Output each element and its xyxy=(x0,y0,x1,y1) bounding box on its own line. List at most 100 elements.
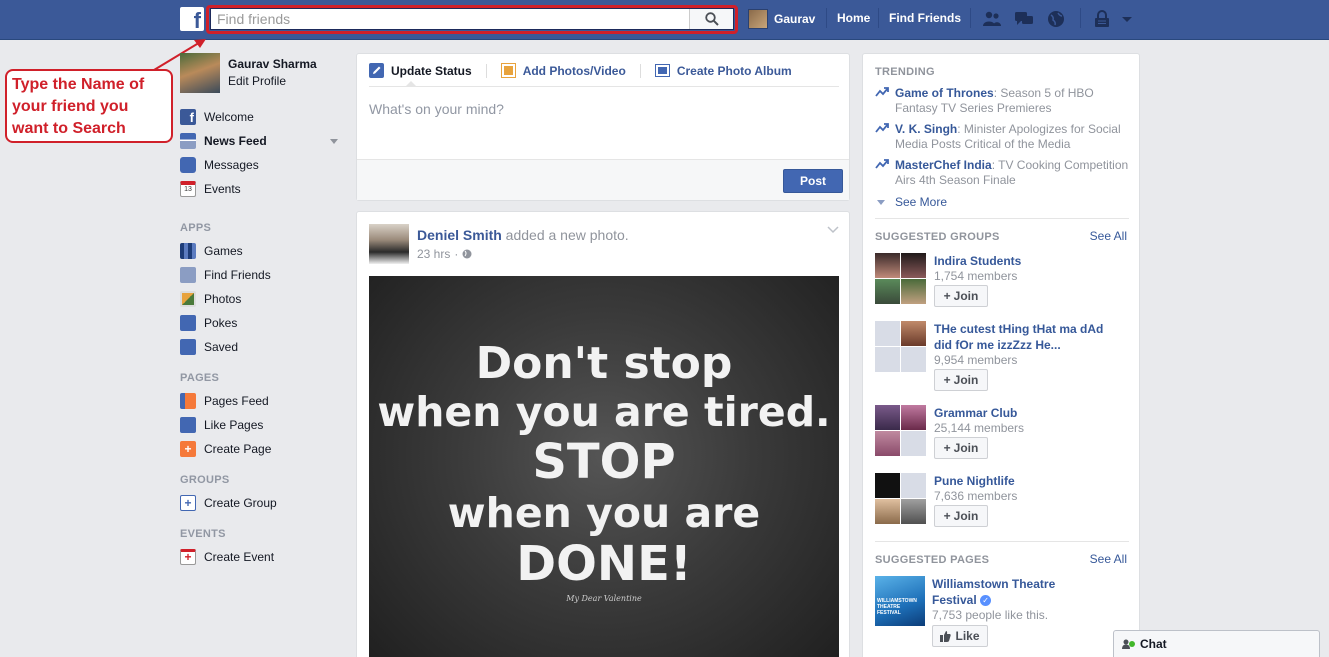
group-thumbnails[interactable] xyxy=(875,473,927,525)
tab-create-album[interactable]: Create Photo Album xyxy=(654,63,792,78)
sidebar-item-pokes[interactable]: Pokes xyxy=(180,315,237,331)
notifications-globe-icon[interactable] xyxy=(1046,10,1066,28)
sidebar-item-label: News Feed xyxy=(204,134,267,148)
page-name-link[interactable]: Williamstown Theatre Festival ✓ xyxy=(932,576,1072,608)
join-group-button[interactable]: + Join xyxy=(934,505,988,527)
tab-label: Create Photo Album xyxy=(676,63,792,78)
group-name-link[interactable]: Indira Students xyxy=(934,253,1124,269)
sidebar-item-create-event[interactable]: + Create Event xyxy=(180,549,274,565)
profile-name-link[interactable]: Gaurav Sharma xyxy=(228,57,317,71)
see-all-groups-link[interactable]: See All xyxy=(1090,229,1127,243)
facebook-icon: f xyxy=(180,109,196,125)
chevron-down-icon[interactable] xyxy=(330,139,338,144)
photo-text-line: DONE! xyxy=(516,536,692,592)
chat-label: Chat xyxy=(1140,637,1167,651)
right-column: TRENDING Game of Thrones: Season 5 of HB… xyxy=(862,53,1140,657)
sidebar-item-messages[interactable]: Messages xyxy=(180,157,259,173)
facebook-logo-icon[interactable]: f xyxy=(180,7,204,31)
status-input[interactable]: What's on your mind? xyxy=(369,101,504,117)
see-all-pages-link[interactable]: See All xyxy=(1090,552,1127,566)
post-button[interactable]: Post xyxy=(783,169,843,193)
annotation-callout: Type the Name of your friend you want to… xyxy=(5,69,173,143)
sidebar-item-games[interactable]: Games xyxy=(180,243,243,259)
calendar-icon: 13 xyxy=(180,181,196,197)
join-group-button[interactable]: + Join xyxy=(934,369,988,391)
group-name-link[interactable]: THe cutest tHing tHat ma dAd did fOr me … xyxy=(934,321,1124,353)
trending-topic: Game of Thrones xyxy=(895,86,994,100)
suggested-group: Indira Students 1,754 members + Join xyxy=(875,253,1130,313)
trending-arrow-icon xyxy=(875,123,889,133)
nav-home-link[interactable]: Home xyxy=(837,11,870,25)
sidebar-item-events[interactable]: 13 Events xyxy=(180,181,241,197)
sidebar-item-find-friends[interactable]: Find Friends xyxy=(180,267,271,283)
sidebar-item-photos[interactable]: Photos xyxy=(180,291,241,307)
sidebar-item-news-feed[interactable]: News Feed xyxy=(180,133,340,149)
sidebar-item-welcome[interactable]: f Welcome xyxy=(180,109,254,125)
nav-user-profile[interactable]: Gaurav xyxy=(748,9,815,29)
tab-separator xyxy=(485,63,487,78)
chevron-down-icon[interactable] xyxy=(827,226,839,234)
photo-text-line: when you are xyxy=(447,489,761,537)
trending-item[interactable]: Game of Thrones: Season 5 of HBO Fantasy… xyxy=(875,86,1130,116)
chevron-down-icon[interactable] xyxy=(1120,10,1134,28)
sidebar-section-events: EVENTS xyxy=(180,528,226,540)
messages-icon[interactable] xyxy=(1014,10,1034,28)
trending-arrow-icon xyxy=(875,159,889,169)
sidebar-section-groups: GROUPS xyxy=(180,474,230,486)
group-members: 7,636 members xyxy=(934,489,1018,503)
avatar[interactable] xyxy=(369,224,409,264)
sidebar-item-pages-feed[interactable]: Pages Feed xyxy=(180,393,269,409)
sidebar-item-label: Like Pages xyxy=(204,418,264,432)
sidebar-profile: Gaurav Sharma Edit Profile xyxy=(180,53,317,93)
tab-update-status[interactable]: Update Status xyxy=(369,63,472,78)
group-thumbnails[interactable] xyxy=(875,321,927,373)
join-group-button[interactable]: + Join xyxy=(934,437,988,459)
photo-text-line: Don't stop xyxy=(475,338,733,389)
see-more-link[interactable]: See More xyxy=(877,195,947,209)
friend-requests-icon[interactable] xyxy=(982,10,1002,28)
globe-icon[interactable] xyxy=(462,249,472,259)
like-page-button[interactable]: Like xyxy=(932,625,988,647)
search-highlight-outline xyxy=(206,5,738,34)
sidebar-item-saved[interactable]: Saved xyxy=(180,339,238,355)
story-time-text[interactable]: 23 hrs xyxy=(417,247,450,261)
group-thumbnails[interactable] xyxy=(875,405,927,457)
tab-separator xyxy=(639,63,641,78)
story-author-link[interactable]: Deniel Smith xyxy=(417,227,502,243)
sidebar-item-label: Find Friends xyxy=(204,268,271,282)
page-thumbnail[interactable]: WILLIAMSTOWN THEATRE FESTIVAL xyxy=(875,576,925,626)
edit-profile-link[interactable]: Edit Profile xyxy=(228,74,317,88)
tab-add-photos[interactable]: Add Photos/Video xyxy=(500,63,626,78)
page-likes: 7,753 people like this. xyxy=(932,608,1049,622)
group-thumbnails[interactable] xyxy=(875,253,927,305)
group-members: 25,144 members xyxy=(934,421,1025,435)
photo-text-line: when you are tired. xyxy=(377,388,831,436)
divider xyxy=(369,86,839,87)
join-group-button[interactable]: + Join xyxy=(934,285,988,307)
suggested-pages-header: SUGGESTED PAGES xyxy=(875,554,990,566)
nav-find-friends-link[interactable]: Find Friends xyxy=(889,11,961,25)
chevron-down-icon xyxy=(877,199,885,205)
story-timestamp: 23 hrs · xyxy=(417,247,472,261)
story-photo[interactable]: Don't stop when you are tired. STOP when… xyxy=(369,276,839,657)
thumbs-up-icon xyxy=(940,630,952,642)
online-status-icon xyxy=(1129,641,1135,647)
group-name-link[interactable]: Grammar Club xyxy=(934,405,1124,421)
group-name-link[interactable]: Pune Nightlife xyxy=(934,473,1124,489)
trending-item[interactable]: V. K. Singh: Minister Apologizes for Soc… xyxy=(875,122,1130,152)
sidebar-item-create-group[interactable]: + Create Group xyxy=(180,495,277,511)
like-label: Like xyxy=(955,629,980,643)
composer-tabs: Update Status Add Photos/Video Create Ph… xyxy=(369,63,806,78)
tab-label: Update Status xyxy=(391,63,472,78)
suggested-group: Pune Nightlife 7,636 members + Join xyxy=(875,473,1130,533)
privacy-lock-icon[interactable] xyxy=(1092,10,1112,28)
sidebar-item-label: Welcome xyxy=(204,110,254,124)
games-icon xyxy=(180,243,196,259)
sidebar-item-like-pages[interactable]: Like Pages xyxy=(180,417,263,433)
nav-separator xyxy=(970,8,971,28)
sidebar-item-label: Photos xyxy=(204,292,242,306)
profile-picture[interactable] xyxy=(180,53,220,93)
chat-bar[interactable]: Chat xyxy=(1113,630,1320,657)
trending-item[interactable]: MasterChef India: TV Cooking Competition… xyxy=(875,158,1130,188)
sidebar-item-create-page[interactable]: + Create Page xyxy=(180,441,271,457)
